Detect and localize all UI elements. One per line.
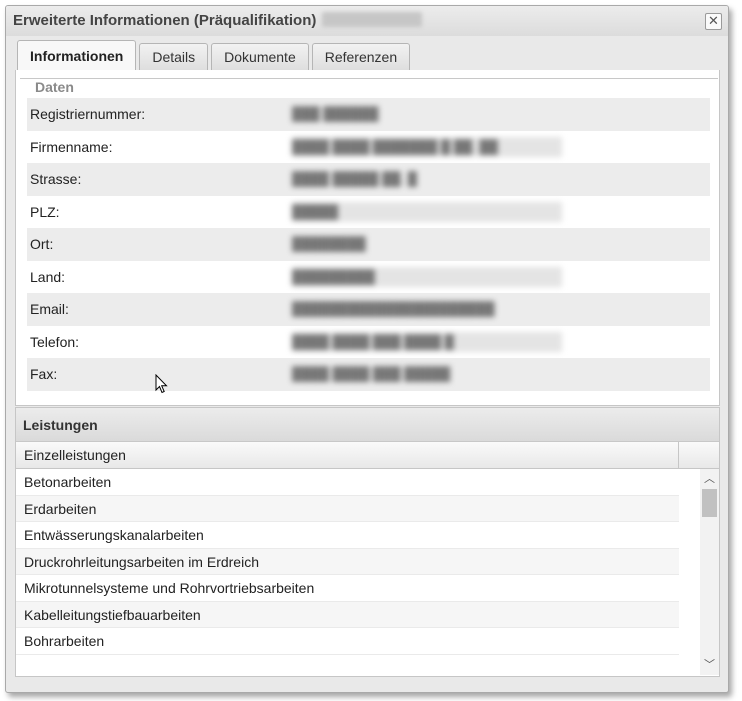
dialog-title: Erweiterte Informationen (Präqualifikati… (13, 12, 423, 29)
daten-grid: Registriernummer: ███ ██████ Firmenname:… (27, 98, 710, 391)
dialog-title-redacted (322, 12, 423, 27)
row-firmenname: Firmenname: ████ ████ ███████ █ ██. ██ (27, 131, 710, 164)
leistungen-scrollbar[interactable]: ︿ ﹀ (700, 469, 719, 675)
daten-legend: Daten (31, 79, 78, 95)
dialog-window: Erweiterte Informationen (Präqualifikati… (5, 5, 729, 693)
leistungen-title: Leistungen (23, 417, 98, 433)
row-strasse: Strasse: ████ █████ ██. █ (27, 163, 710, 196)
leistungen-panel: Leistungen Einzelleistungen Betonarbeite… (15, 407, 720, 677)
value-firmenname: ████ ████ ███████ █ ██. ██ (292, 136, 562, 157)
label-plz: PLZ: (30, 203, 60, 220)
scroll-up-icon[interactable]: ︿ (700, 471, 719, 487)
tab-dokumente[interactable]: Dokumente (211, 43, 309, 70)
scroll-down-icon[interactable]: ﹀ (700, 657, 719, 673)
row-plz: PLZ: █████ (27, 196, 710, 229)
value-fax: ████ ████ ███ █████ (292, 366, 451, 381)
label-ort: Ort: (30, 236, 54, 252)
list-item[interactable]: Druckrohrleitungsarbeiten im Erdreich (16, 548, 679, 575)
list-item[interactable]: Erdarbeiten (16, 495, 679, 522)
close-button[interactable]: ✕ (705, 13, 722, 30)
value-ort: ████████ (292, 236, 366, 251)
value-plz: █████ (292, 201, 562, 222)
label-registriernummer: Registriernummer: (30, 106, 146, 122)
row-email: Email: ██████████████████████ (27, 293, 710, 326)
informationen-panel: Daten Registriernummer: ███ ██████ Firme… (15, 70, 720, 406)
value-land: █████████ (292, 266, 562, 287)
dialog-titlebar[interactable]: Erweiterte Informationen (Präqualifikati… (6, 6, 728, 36)
list-item[interactable]: Entwässerungskanalarbeiten (16, 522, 679, 549)
tab-informationen[interactable]: Informationen (17, 40, 137, 70)
list-item[interactable]: Kabelleitungstiefbauarbeiten (16, 601, 679, 628)
label-land: Land: (30, 268, 66, 285)
tab-bar: Informationen Details Dokumente Referenz… (17, 40, 413, 70)
value-email: ██████████████████████ (292, 301, 495, 316)
label-strasse: Strasse: (30, 171, 82, 187)
label-firmenname: Firmenname: (30, 138, 113, 155)
leistungen-list: Betonarbeiten Erdarbeiten Entwässerungsk… (16, 469, 679, 675)
row-fax: Fax: ████ ████ ███ █████ (27, 358, 710, 391)
value-telefon: ████ ████ ███ ████ █ (292, 331, 562, 352)
row-telefon: Telefon: ████ ████ ███ ████ █ (27, 326, 710, 359)
einzelleistungen-column-header[interactable]: Einzelleistungen (16, 442, 719, 469)
row-ort: Ort: ████████ (27, 228, 710, 261)
tab-details[interactable]: Details (139, 43, 209, 70)
value-registriernummer: ███ ██████ (292, 106, 379, 121)
list-item[interactable]: Betonarbeiten (16, 469, 679, 496)
mouse-pointer-icon (155, 374, 168, 394)
einzelleistungen-column-label: Einzelleistungen (24, 447, 126, 463)
label-email: Email: (30, 301, 69, 317)
close-icon: ✕ (708, 13, 719, 28)
tab-referenzen[interactable]: Referenzen (311, 43, 411, 70)
dialog-title-text: Erweiterte Informationen (Präqualifikati… (13, 12, 317, 29)
value-strasse: ████ █████ ██. █ (292, 171, 417, 186)
label-fax: Fax: (30, 366, 58, 382)
list-item[interactable]: Mikrotunnelsysteme und Rohrvortriebsarbe… (16, 575, 679, 602)
label-telefon: Telefon: (30, 333, 80, 350)
list-item[interactable]: Bohrarbeiten (16, 628, 679, 655)
leistungen-header[interactable]: Leistungen (16, 408, 719, 442)
row-registriernummer: Registriernummer: ███ ██████ (27, 98, 710, 131)
row-land: Land: █████████ (27, 261, 710, 294)
scrollbar-thumb[interactable] (702, 489, 717, 517)
column-separator (678, 442, 679, 468)
